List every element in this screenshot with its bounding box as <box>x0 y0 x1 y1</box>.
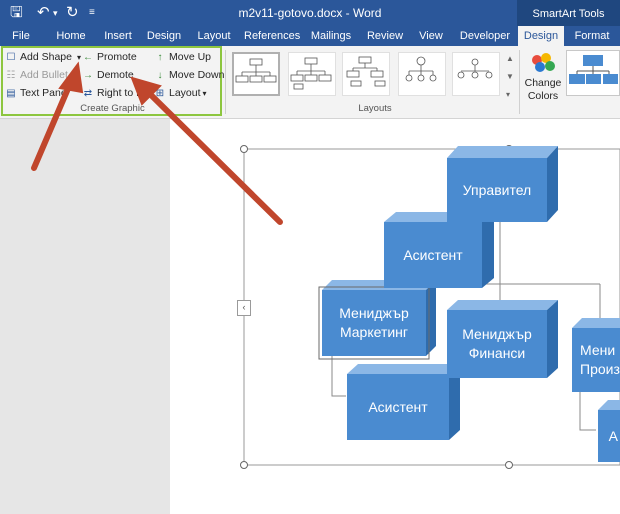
org-box-label: Мениджър <box>462 326 532 342</box>
box-side-face <box>426 280 436 356</box>
org-box-label: Мени <box>580 342 616 358</box>
resize-handle <box>240 145 248 153</box>
box-side-face <box>547 146 558 222</box>
box-top-face <box>572 318 620 328</box>
org-box-partial[interactable]: А <box>598 410 620 462</box>
org-box-label: Асистент <box>403 246 463 263</box>
resize-handle <box>240 461 248 469</box>
box-top-face <box>598 400 620 410</box>
box-top-face <box>447 146 558 158</box>
org-box-assistant[interactable]: Асистент <box>384 222 482 288</box>
org-box-production-manager[interactable]: Мени Произв <box>572 328 620 392</box>
resize-handle <box>505 461 513 469</box>
box-top-face <box>447 300 558 310</box>
org-box-label: Произв <box>580 361 620 377</box>
org-box-label: Мениджър <box>339 305 409 321</box>
org-box-manager[interactable]: Управител <box>447 158 547 222</box>
org-box-label: Асистент <box>368 398 428 415</box>
org-box-assistant-2[interactable]: Асистент <box>347 374 449 440</box>
box-side-face <box>482 212 494 288</box>
org-box-label: А <box>608 427 618 444</box>
org-box-label: Маркетинг <box>339 324 409 340</box>
expand-text-pane-icon[interactable]: ‹ <box>237 300 251 316</box>
box-top-face <box>347 364 460 374</box>
org-box-label: Управител <box>462 181 532 198</box>
org-box-finance-manager[interactable]: Мениджър Финанси <box>447 310 547 378</box>
org-box-label: Финанси <box>468 345 526 361</box>
smartart-frame <box>240 145 620 469</box>
box-side-face <box>547 300 558 378</box>
org-box-marketing-manager[interactable]: Мениджър Маркетинг <box>322 290 426 356</box>
